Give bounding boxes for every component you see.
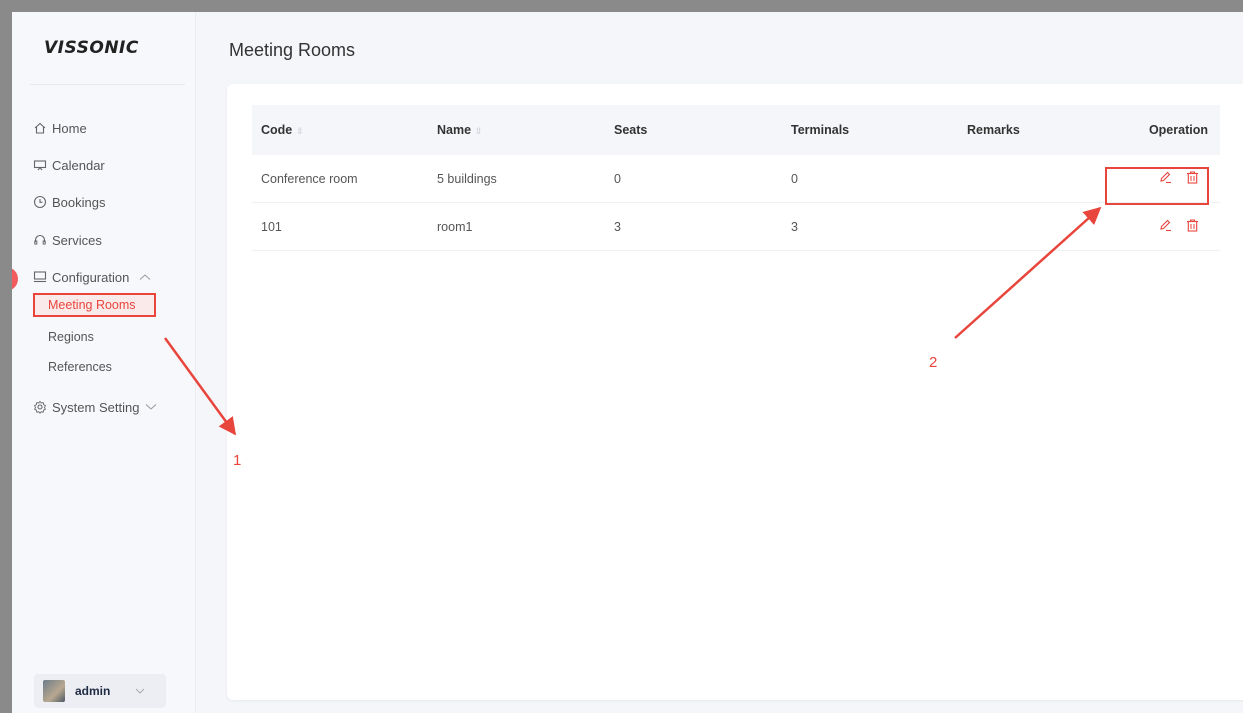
column-header-seats: Seats [614,123,648,137]
cell-name: 5 buildings [437,171,497,186]
sidebar-subitem-meeting-rooms[interactable]: Meeting Rooms [33,293,156,317]
table-header: Code ⇳ Name ⇳ Seats Terminals Remarks Oper… [252,105,1220,155]
clock-icon [33,195,47,209]
sidebar-item-configuration[interactable]: Configuration [33,265,151,289]
gear-icon [33,400,47,414]
sidebar-item-label: Calendar [52,157,105,173]
divider [30,84,185,85]
calendar-icon [33,158,47,172]
headset-icon [33,233,47,247]
edit-icon[interactable] [1158,218,1173,236]
sidebar-item-label: Configuration [52,269,130,285]
home-icon [33,121,47,135]
table-row: Conference room 5 buildings 0 0 [252,155,1220,203]
content-card: Code ⇳ Name ⇳ Seats Terminals Remarks Oper… [227,84,1243,700]
operation-highlight-box [1105,167,1209,205]
table-row: 101 room1 3 3 [252,203,1220,251]
user-name: admin [75,684,111,698]
cell-seats: 3 [614,219,621,234]
sort-icon[interactable]: ⇳ [296,126,304,136]
sidebar-item-bookings[interactable]: Bookings [33,190,105,214]
sidebar-subitem-references[interactable]: References [48,360,112,374]
annotation-number-2: 2 [929,354,938,371]
cell-operation [1134,218,1220,236]
sidebar-item-label: Home [52,120,87,136]
column-header-name[interactable]: Name ⇳ [428,123,605,137]
chevron-down-icon [135,686,145,697]
sidebar-item-services[interactable]: Services [33,228,102,252]
column-header-remarks: Remarks [967,123,1020,137]
cell-seats: 0 [614,171,621,186]
user-menu[interactable]: admin [34,674,166,708]
sidebar-item-label: System Setting [52,399,140,415]
sidebar-item-home[interactable]: Home [33,116,87,140]
avatar [43,680,65,702]
annotation-number-1: 1 [233,452,242,469]
brand-logo: VISSONIC [44,38,139,58]
rooms-table: Code ⇳ Name ⇳ Seats Terminals Remarks Oper… [252,105,1220,251]
cell-code: 101 [261,219,282,234]
cell-code: Conference room [261,171,358,186]
app-window: VISSONIC Home Calendar Bookings Services [12,12,1243,713]
monitor-icon [33,270,47,284]
sidebar-item-calendar[interactable]: Calendar [33,153,105,177]
cell-terminals: 3 [791,219,798,234]
column-header-terminals: Terminals [791,123,850,137]
cell-name: room1 [437,219,473,234]
sidebar: VISSONIC Home Calendar Bookings Services [12,12,196,713]
sort-icon[interactable]: ⇳ [475,126,483,136]
sidebar-subitem-regions[interactable]: Regions [48,330,94,344]
active-indicator [12,267,18,291]
sidebar-item-label: Bookings [52,194,106,210]
column-header-code[interactable]: Code ⇳ [252,123,428,137]
sidebar-item-system-setting[interactable]: System Setting [33,395,157,419]
delete-icon[interactable] [1185,218,1200,236]
chevron-up-icon[interactable] [139,273,151,281]
column-header-operation: Operation [1148,123,1208,137]
page-title: Meeting Rooms [229,40,356,60]
cell-terminals: 0 [791,171,798,186]
chevron-down-icon[interactable] [145,403,157,411]
sidebar-item-label: Services [52,232,102,248]
